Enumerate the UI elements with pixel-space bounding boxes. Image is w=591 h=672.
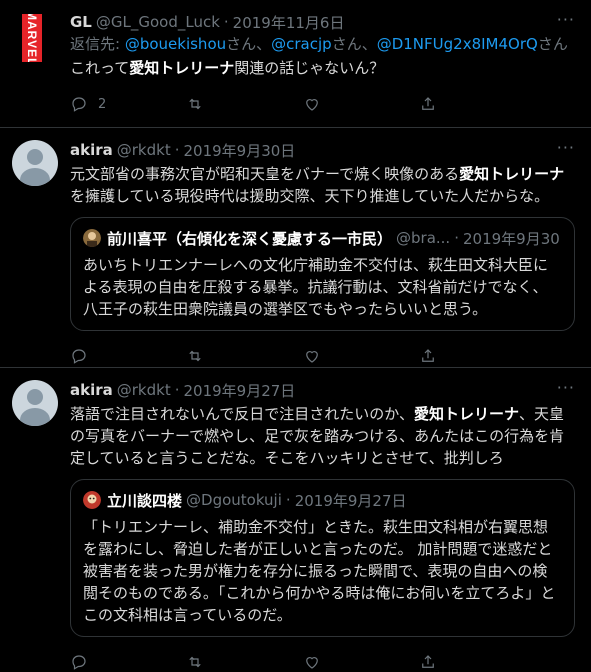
tweet[interactable]: akira @rkdkt · 2019年9月30日 ··· 元文部省の事務次官が… xyxy=(0,128,591,368)
tweet-header: akira @rkdkt · 2019年9月30日 xyxy=(70,140,575,160)
quoted-tweet[interactable]: 立川談四楼 @Dgoutokuji · 2019年9月27日 「トリエンナーレ、… xyxy=(70,479,575,637)
reply-icon xyxy=(72,349,86,364)
handle[interactable]: @GL_Good_Luck xyxy=(96,13,220,31)
retweet-icon xyxy=(189,98,201,110)
tweet-text: 元文部省の事務次官が昭和天皇をバナーで焼く映像のある愛知トレリーナを擁護している… xyxy=(70,163,575,207)
retweet-button[interactable] xyxy=(186,95,302,113)
quote-display-name: 前川喜平（右傾化を深く憂慮する一市民） xyxy=(107,229,393,248)
avatar[interactable] xyxy=(12,380,58,426)
avatar-head xyxy=(27,389,43,405)
marvel-logo: MARVEL xyxy=(25,14,39,62)
quote-handle: @Dgoutokuji xyxy=(186,491,282,509)
quoted-tweet[interactable]: 前川喜平（右傾化を深く憂慮する一市民） @bra... · 2019年9月30日… xyxy=(70,217,575,331)
avatar-body xyxy=(20,168,50,186)
avatar[interactable] xyxy=(12,140,58,186)
quote-timestamp: 2019年9月27日 xyxy=(294,491,407,510)
reply-button[interactable] xyxy=(70,347,186,365)
separator-dot: · xyxy=(174,141,180,159)
reply-mention[interactable]: @bouekishou xyxy=(125,35,226,53)
reply-icon xyxy=(72,97,86,112)
reply-icon xyxy=(72,655,86,670)
display-name[interactable]: akira xyxy=(70,381,113,399)
text-bold: 愛知トレリーナ xyxy=(413,405,519,423)
quote-display-name: 立川談四楼 xyxy=(107,491,183,510)
tweet[interactable]: akira @rkdkt · 2019年9月27日 ··· 落語で注目されないん… xyxy=(0,368,591,672)
more-options-icon[interactable]: ··· xyxy=(557,138,575,157)
share-icon xyxy=(421,97,434,110)
reply-button[interactable] xyxy=(70,653,186,671)
tweet-header: GL @GL_Good_Luck · 2019年11月6日 xyxy=(70,12,575,32)
reply-mention[interactable]: @cracjp xyxy=(271,35,332,53)
display-name[interactable]: GL xyxy=(70,13,92,31)
tweet-header: akira @rkdkt · 2019年9月27日 xyxy=(70,380,575,400)
reply-mention[interactable]: @D1NFUg2x8IM4OrQ xyxy=(377,35,538,53)
share-button[interactable] xyxy=(419,653,535,671)
handle[interactable]: @rkdkt xyxy=(117,381,171,399)
timestamp[interactable]: 2019年9月27日 xyxy=(184,380,296,401)
reply-suffix: さん xyxy=(537,35,568,53)
more-options-icon[interactable]: ··· xyxy=(557,378,575,397)
timestamp[interactable]: 2019年9月30日 xyxy=(184,140,296,161)
separator-dot: · xyxy=(454,229,459,247)
replying-to: 返信先: @bouekishouさん、@cracjpさん、@D1NFUg2x8I… xyxy=(70,34,575,54)
heart-icon xyxy=(305,351,318,363)
quote-avatar xyxy=(83,229,101,247)
text-bold: 愛知トレリーナ xyxy=(459,165,565,183)
text-part: これって xyxy=(70,59,130,77)
like-button[interactable] xyxy=(303,653,419,671)
separator-dot: · xyxy=(285,491,291,509)
tweet-text: 落語で注目されないんで反日で注目されたいのか、愛知トレリーナ、天皇の写真をバーナ… xyxy=(70,403,575,469)
quote-text: あいちトリエンナーレへの文化庁補助金不交付は、萩生田文科大臣による表現の自由を圧… xyxy=(83,256,549,318)
heart-icon xyxy=(305,657,318,669)
retweet-icon xyxy=(189,350,201,362)
share-button[interactable] xyxy=(419,347,535,365)
quote-timestamp: 2019年9月30日 xyxy=(462,229,562,248)
text-part: 関連の話じゃないん？ xyxy=(234,59,385,77)
handle[interactable]: @rkdkt xyxy=(117,141,171,159)
display-name[interactable]: akira xyxy=(70,141,113,159)
replying-prefix: 返信先: xyxy=(70,35,125,53)
tweet-actions: 2 xyxy=(70,85,575,123)
timestamp[interactable]: 2019年11月6日 xyxy=(233,12,345,33)
share-icon xyxy=(421,349,434,362)
separator-dot: · xyxy=(223,13,229,31)
like-button[interactable] xyxy=(303,347,419,365)
reply-suffix: さん、 xyxy=(226,35,272,53)
text-part: 元文部省の事務次官が昭和天皇をバナーで焼く映像のある xyxy=(70,165,460,183)
retweet-button[interactable] xyxy=(186,653,302,671)
heart-icon xyxy=(305,99,318,111)
text-part: を擁護している現役時代は援助交際、天下り推進していた人だからな。 xyxy=(70,187,550,205)
share-icon xyxy=(421,655,434,668)
like-button[interactable] xyxy=(303,95,419,113)
reply-button[interactable]: 2 xyxy=(70,95,186,113)
tweet-text: これって愛知トレリーナ関連の話じゃないん？ xyxy=(70,57,575,79)
share-button[interactable] xyxy=(419,95,535,113)
quote-handle: @bra... xyxy=(396,229,451,247)
reply-count: 2 xyxy=(98,96,107,112)
text-bold: 愛知トレリーナ xyxy=(129,59,235,77)
quote-header: 前川喜平（右傾化を深く憂慮する一市民） @bra... · 2019年9月30日 xyxy=(83,228,562,248)
avatar-body xyxy=(20,408,50,426)
retweet-icon xyxy=(189,656,201,668)
quote-avatar xyxy=(83,491,101,509)
tweet-actions xyxy=(70,643,575,672)
more-options-icon[interactable]: ··· xyxy=(557,10,575,29)
reply-suffix: さん、 xyxy=(331,35,377,53)
separator-dot: · xyxy=(174,381,180,399)
quote-text: 「トリエンナーレ、補助金不交付」ときた。萩生田文科相が右翼思想を露わにし、脅迫し… xyxy=(83,518,556,624)
retweet-button[interactable] xyxy=(186,347,302,365)
text-part: 落語で注目されないんで反日で注目されたいのか、 xyxy=(70,405,414,423)
avatar-head xyxy=(27,149,43,165)
quote-header: 立川談四楼 @Dgoutokuji · 2019年9月27日 xyxy=(83,490,562,510)
tweet[interactable]: MARVEL GL @GL_Good_Luck · 2019年11月6日 ···… xyxy=(0,0,591,128)
avatar[interactable]: MARVEL xyxy=(22,14,42,62)
